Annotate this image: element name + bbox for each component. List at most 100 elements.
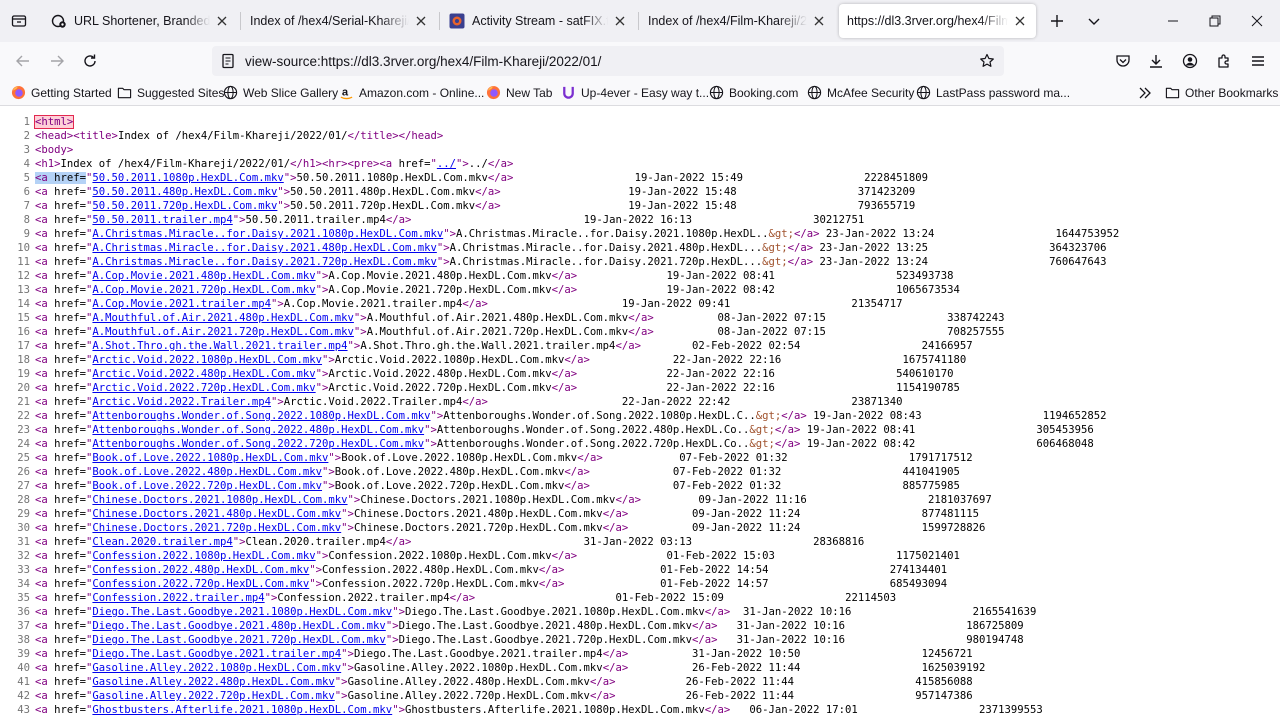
source-link[interactable]: A.Mouthful.of.Air.2021.480p.HexDL.Com.mk…	[92, 312, 354, 324]
source-link[interactable]: Arctic.Void.2022.1080p.HexDL.Com.mkv	[92, 354, 322, 366]
source-link[interactable]: A.Christmas.Miracle..for.Daisy.2021.1080…	[92, 228, 443, 240]
bookmark-star-icon[interactable]	[978, 52, 996, 70]
source-link[interactable]: ../	[437, 158, 456, 170]
close-tab-icon[interactable]	[811, 13, 827, 29]
source-token: ">	[264, 592, 278, 604]
reload-button[interactable]	[75, 46, 105, 76]
bookmark-up4ever[interactable]: Up-4ever - Easy way t...	[560, 82, 709, 103]
source-link[interactable]: Chinese.Doctors.2021.480p.HexDL.Com.mkv	[92, 508, 341, 520]
bookmark-lastpass[interactable]: LastPass password ma...	[915, 82, 1070, 103]
source-link[interactable]: Confession.2022.480p.HexDL.Com.mkv	[92, 564, 309, 576]
tab-url-shortener[interactable]: URL Shortener, Branded Short Links & Ana…	[43, 4, 238, 38]
source-link[interactable]: Gasoline.Alley.2022.720p.HexDL.Com.mkv	[92, 690, 334, 702]
tab-film-khareji-index[interactable]: Index of /hex4/Film-Khareji/2022/01	[640, 4, 835, 38]
source-link[interactable]: A.Cop.Movie.2021.720p.HexDL.Com.mkv	[92, 284, 315, 296]
pocket-button[interactable]	[1108, 46, 1138, 76]
bookmark-amazon[interactable]: a Amazon.com - Online...	[338, 82, 484, 103]
source-token: href=	[54, 242, 87, 254]
folder-icon	[1164, 85, 1180, 101]
close-tab-icon[interactable]	[413, 13, 429, 29]
source-link[interactable]: 50.50.2011.1080p.HexDL.Com.mkv	[92, 172, 283, 184]
app-menu-button[interactable]	[1243, 46, 1273, 76]
source-token: 09-Jan-2022 11:24 1599728826	[628, 522, 986, 534]
bookmarks-overflow-button[interactable]	[1136, 82, 1154, 103]
source-link[interactable]: Diego.The.Last.Goodbye.2021.1080p.HexDL.…	[92, 606, 392, 618]
source-link[interactable]: A.Christmas.Miracle..for.Daisy.2021.720p…	[92, 256, 436, 268]
source-line: 24 <a href="Attenboroughs.Wonder.of.Song.…	[0, 437, 1119, 451]
bookmark-booking[interactable]: Booking.com	[708, 82, 798, 103]
source-line: 12 <a href="A.Cop.Movie.2021.480p.HexDL.C…	[0, 269, 1119, 283]
address-bar[interactable]: view-source:https://dl3.3rver.org/hex4/F…	[212, 46, 1004, 76]
minimize-button[interactable]	[1152, 0, 1194, 42]
restore-button[interactable]	[1194, 0, 1236, 42]
account-button[interactable]	[1175, 46, 1205, 76]
downloads-button[interactable]	[1141, 46, 1171, 76]
source-link[interactable]: Arctic.Void.2022.480p.HexDL.Com.mkv	[92, 368, 315, 380]
source-line: 1 <html>	[0, 115, 1119, 129]
source-link[interactable]: Book.of.Love.2022.480p.HexDL.Com.mkv	[92, 466, 322, 478]
source-link[interactable]: Confession.2022.1080p.HexDL.Com.mkv	[92, 550, 315, 562]
tab-serial-khareji[interactable]: Index of /hex4/Serial-Khareji/ghost	[242, 4, 437, 38]
back-button[interactable]	[8, 46, 38, 76]
tab-activity-stream[interactable]: Activity Stream - satFIX.to - Forum	[441, 4, 636, 38]
source-link[interactable]: Attenboroughs.Wonder.of.Song.2022.720p.H…	[92, 438, 424, 450]
source-link[interactable]: 50.50.2011.480p.HexDL.Com.mkv	[92, 186, 277, 198]
source-link[interactable]: A.Shot.Thro.gh.the.Wall.2021.trailer.mp4	[92, 340, 347, 352]
new-tab-button[interactable]	[1043, 7, 1071, 35]
list-all-tabs-button[interactable]	[1080, 7, 1108, 35]
source-token: <a	[35, 186, 55, 198]
source-token: href=	[54, 410, 87, 422]
source-link[interactable]: Arctic.Void.2022.720p.HexDL.Com.mkv	[92, 382, 315, 394]
source-line: 43 <a href="Ghostbusters.Afterlife.2021.1…	[0, 703, 1119, 717]
source-link[interactable]: Confession.2022.trailer.mp4	[92, 592, 264, 604]
source-link[interactable]: Book.of.Love.2022.1080p.HexDL.Com.mkv	[92, 452, 328, 464]
source-token: 08-Jan-2022 07:15 338742243	[653, 312, 1005, 324]
source-token: 22-Jan-2022 22:16 540610170	[577, 368, 954, 380]
source-link[interactable]: Clean.2020.trailer.mp4	[92, 536, 232, 548]
source-link[interactable]: Gasoline.Alley.2022.480p.HexDL.Com.mkv	[92, 676, 334, 688]
source-link[interactable]: Attenboroughs.Wonder.of.Song.2022.480p.H…	[92, 424, 424, 436]
firefox-view-button[interactable]	[5, 7, 33, 35]
source-token: <a	[379, 158, 399, 170]
other-bookmarks[interactable]: Other Bookmarks	[1164, 82, 1278, 103]
line-number: 35	[17, 592, 30, 604]
source-link[interactable]: A.Mouthful.of.Air.2021.720p.HexDL.Com.mk…	[92, 326, 354, 338]
source-token: ">	[322, 354, 335, 366]
source-token: ">	[341, 662, 354, 674]
source-link[interactable]: A.Christmas.Miracle..for.Daisy.2021.480p…	[92, 242, 436, 254]
close-tab-icon[interactable]	[1012, 13, 1028, 29]
source-link[interactable]: Diego.The.Last.Goodbye.2021.480p.HexDL.C…	[92, 620, 385, 632]
forward-button[interactable]	[42, 46, 72, 76]
source-token: </a>	[691, 634, 718, 646]
source-link[interactable]: 50.50.2011.trailer.mp4	[92, 214, 232, 226]
tab-view-source-active[interactable]: https://dl3.3rver.org/hex4/Film-Khareji/…	[839, 4, 1036, 38]
line-number: 21	[17, 396, 30, 408]
close-tab-icon[interactable]	[612, 13, 628, 29]
source-link[interactable]: Chinese.Doctors.2021.720p.HexDL.Com.mkv	[92, 522, 341, 534]
source-link[interactable]: Chinese.Doctors.2021.1080p.HexDL.Com.mkv	[92, 494, 347, 506]
source-link[interactable]: Ghostbusters.Afterlife.2021.1080p.HexDL.…	[92, 704, 392, 716]
bookmark-suggested-sites[interactable]: Suggested Sites	[116, 82, 224, 103]
bookmark-new-tab[interactable]: New Tab	[485, 82, 552, 103]
source-link[interactable]: Gasoline.Alley.2022.1080p.HexDL.Com.mkv	[92, 662, 341, 674]
source-link[interactable]: Confession.2022.720p.HexDL.Com.mkv	[92, 578, 309, 590]
line-number: 30	[17, 522, 30, 534]
source-link[interactable]: A.Cop.Movie.2021.trailer.mp4	[92, 298, 271, 310]
page-info-icon[interactable]	[220, 53, 236, 69]
close-tab-icon[interactable]	[214, 13, 230, 29]
source-link[interactable]: A.Cop.Movie.2021.480p.HexDL.Com.mkv	[92, 270, 315, 282]
source-token: </a>	[538, 564, 565, 576]
source-token: </a>	[551, 382, 578, 394]
bookmark-getting-started[interactable]: Getting Started	[10, 82, 112, 103]
source-line: 13 <a href="A.Cop.Movie.2021.720p.HexDL.C…	[0, 283, 1119, 297]
source-link[interactable]: 50.50.2011.720p.HexDL.Com.mkv	[92, 200, 277, 212]
source-link[interactable]: Arctic.Void.2022.Trailer.mp4	[92, 396, 271, 408]
source-link[interactable]: Diego.The.Last.Goodbye.2021.720p.HexDL.C…	[92, 634, 385, 646]
bookmark-mcafee[interactable]: McAfee Security	[806, 82, 914, 103]
source-link[interactable]: Attenboroughs.Wonder.of.Song.2022.1080p.…	[92, 410, 430, 422]
close-window-button[interactable]	[1236, 0, 1278, 42]
source-link[interactable]: Diego.The.Last.Goodbye.2021.trailer.mp4	[92, 648, 341, 660]
extensions-button[interactable]	[1209, 46, 1239, 76]
source-link[interactable]: Book.of.Love.2022.720p.HexDL.Com.mkv	[92, 480, 322, 492]
bookmark-web-slice-gallery[interactable]: Web Slice Gallery	[222, 82, 338, 103]
